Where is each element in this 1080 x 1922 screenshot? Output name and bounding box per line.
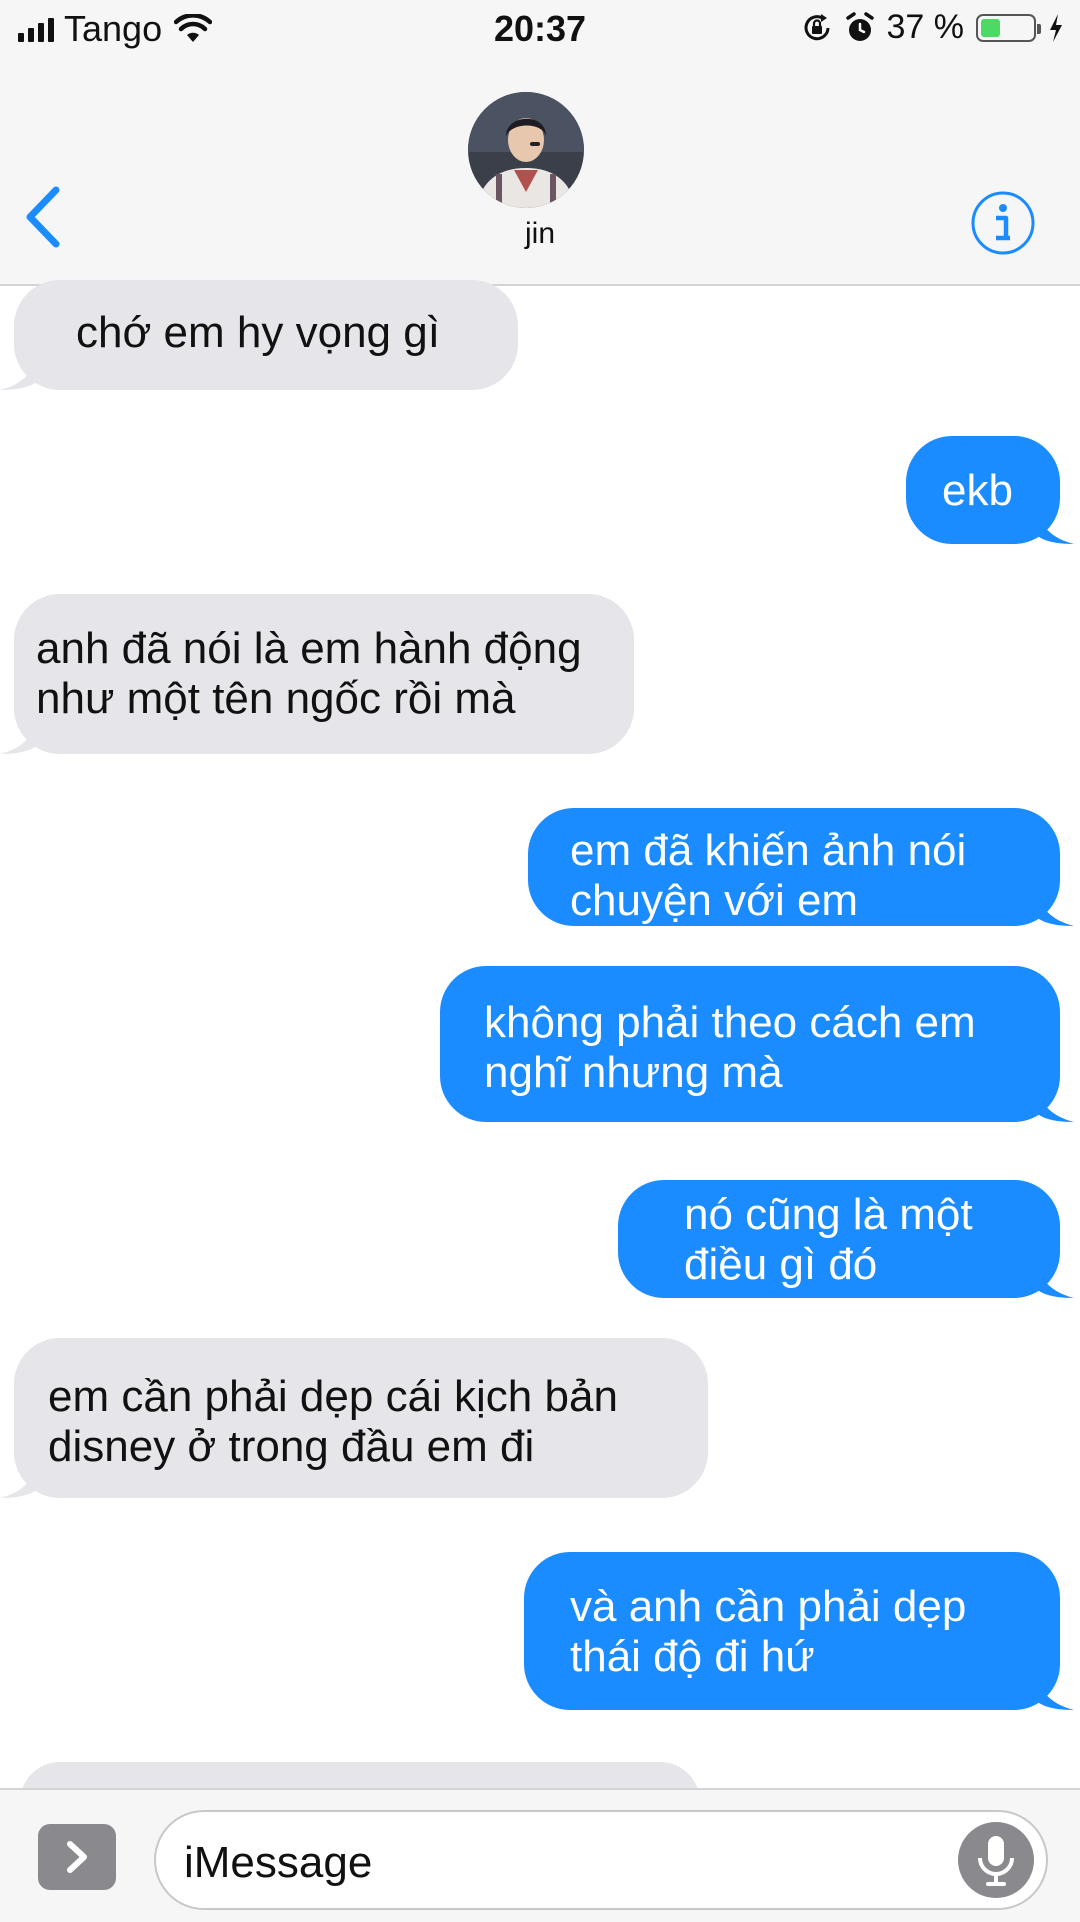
battery-cap xyxy=(1037,23,1041,34)
message-bubble-received[interactable]: chớ em hy vọng gì xyxy=(0,280,518,390)
status-right: 37 % xyxy=(801,8,1065,47)
message-text: nó cũng là một điều gì đó xyxy=(684,1190,973,1289)
imessage-input[interactable]: iMessage xyxy=(154,1810,1048,1910)
message-bubble-sent[interactable]: và anh cần phải dẹp thái độ đi hứ xyxy=(524,1552,1074,1710)
charging-icon xyxy=(1050,13,1062,42)
avatar-photo xyxy=(468,92,584,208)
bubble-tail xyxy=(0,1456,40,1498)
battery-icon xyxy=(976,13,1041,42)
conversation-header: jin xyxy=(0,62,1080,286)
message-bubble-sent[interactable]: nó cũng là một điều gì đó xyxy=(618,1180,1074,1298)
bubble-tail xyxy=(1034,1080,1074,1122)
message-text: anh đã nói là em hành động như một tên n… xyxy=(36,624,582,723)
message-text: và anh cần phải dẹp thái độ đi hứ xyxy=(570,1582,967,1681)
battery-level xyxy=(981,18,1000,37)
orientation-lock-icon xyxy=(804,13,829,40)
message-bubble-received[interactable]: anh đã nói là em hành động như một tên n… xyxy=(0,594,634,754)
compose-bar: iMessage xyxy=(0,1788,1080,1922)
message-text: không phải theo cách em nghĩ nhưng mà xyxy=(484,998,976,1097)
input-placeholder: iMessage xyxy=(184,1838,373,1887)
bubble-tail xyxy=(1034,1256,1074,1298)
message-bubble-received[interactable]: em cần phải dẹp cái kịch bản disney ở tr… xyxy=(0,1338,708,1498)
bubble-tail xyxy=(0,712,40,754)
microphone-icon xyxy=(978,1836,1014,1886)
bubble-tail xyxy=(1034,502,1074,544)
contact-name[interactable]: jin xyxy=(0,217,1080,251)
alarm-icon xyxy=(845,11,874,41)
message-text: chớ em hy vọng gì xyxy=(76,308,440,357)
contact-avatar[interactable] xyxy=(468,92,584,208)
message-bubble-sent[interactable]: ekb xyxy=(906,436,1074,544)
message-text: em đã khiến ảnh nói chuyện với em xyxy=(570,826,967,925)
info-icon[interactable] xyxy=(970,190,1036,256)
message-text: em cần phải dẹp cái kịch bản disney ở tr… xyxy=(48,1372,618,1471)
chevron-right-icon xyxy=(67,1841,87,1873)
message-thread[interactable]: chớ em hy vọng gì ekb anh đã nói là em h… xyxy=(0,280,1080,1842)
message-bubble-sent[interactable]: em đã khiến ảnh nói chuyện với em xyxy=(528,808,1074,926)
message-bubble-sent[interactable]: không phải theo cách em nghĩ nhưng mà xyxy=(440,966,1074,1122)
status-bar: Tango 20:37 37 % xyxy=(0,0,1080,62)
bubble-tail xyxy=(1034,1668,1074,1710)
battery-percent: 37 % xyxy=(886,8,965,46)
bubble-tail xyxy=(0,348,40,390)
bubble-tail xyxy=(1034,884,1074,926)
expand-apps-button[interactable] xyxy=(38,1824,116,1890)
microphone-button[interactable] xyxy=(958,1822,1034,1898)
